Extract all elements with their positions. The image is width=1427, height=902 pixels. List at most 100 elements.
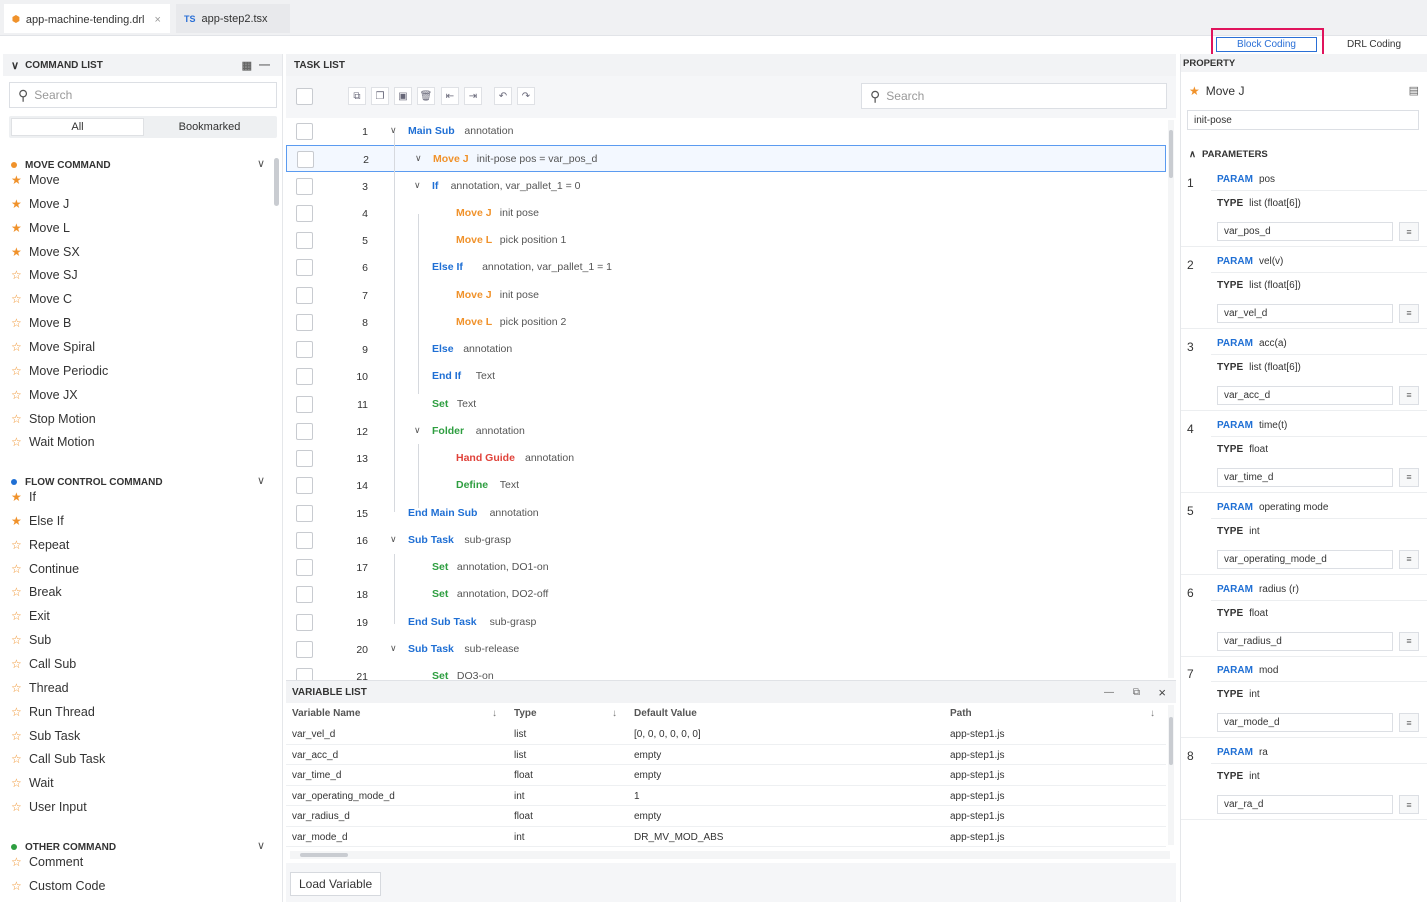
command-item[interactable]: ★ Else If <box>11 511 64 531</box>
command-item[interactable]: ★ Move J <box>11 194 69 214</box>
command-item[interactable]: ☆ Run Thread <box>11 702 95 722</box>
row-checkbox[interactable] <box>296 286 313 304</box>
variable-row[interactable]: var_time_d float empty app-step1.js <box>286 765 1166 786</box>
scrollbar[interactable] <box>1168 120 1174 678</box>
name-input[interactable]: init-pose <box>1187 110 1419 130</box>
bookmark-star-icon[interactable]: ☆ <box>11 879 29 893</box>
row-checkbox[interactable] <box>296 586 313 604</box>
bookmark-star-icon[interactable]: ☆ <box>11 292 29 306</box>
doc-icon[interactable]: ▤ <box>1409 84 1419 97</box>
bookmark-star-icon[interactable]: ☆ <box>11 585 29 599</box>
parameter-value-input[interactable]: var_time_d <box>1217 467 1393 487</box>
bookmark-star-icon[interactable]: ☆ <box>11 538 29 552</box>
bookmark-star-icon[interactable]: ☆ <box>11 268 29 282</box>
delete-icon[interactable]: 🗑 <box>417 87 435 105</box>
chevron-down-icon[interactable]: ∨ <box>257 474 265 487</box>
row-checkbox[interactable] <box>296 531 313 549</box>
variable-row[interactable]: var_radius_d float empty app-step1.js <box>286 806 1166 827</box>
chevron-down-icon[interactable]: ∨ <box>257 157 265 170</box>
bookmark-star-icon[interactable]: ☆ <box>11 412 29 426</box>
task-row[interactable]: 18 Set annotation, DO2-off <box>286 581 1166 608</box>
task-search-input[interactable]: ⚲ Search <box>861 83 1167 109</box>
bookmark-star-icon[interactable]: ☆ <box>11 681 29 695</box>
command-item[interactable]: ☆ Sub <box>11 630 51 650</box>
command-item[interactable]: ☆ Continue <box>11 559 79 579</box>
outdent-icon[interactable]: ⇥ <box>464 87 482 105</box>
list-icon[interactable]: ≡ <box>1399 303 1419 323</box>
sort-icon[interactable]: ↓ <box>612 703 617 724</box>
command-item[interactable]: ☆ Call Sub <box>11 654 76 674</box>
redo-icon[interactable]: ↷ <box>517 87 535 105</box>
row-checkbox[interactable] <box>296 232 313 249</box>
row-checkbox[interactable] <box>296 450 313 467</box>
row-checkbox[interactable] <box>296 559 313 576</box>
task-row[interactable]: 1 ∨ Main Sub annotation <box>286 118 1166 145</box>
chevron-down-icon[interactable]: ∨ <box>414 180 421 191</box>
task-row[interactable]: 17 Set annotation, DO1-on <box>286 554 1166 581</box>
parameter-value-input[interactable]: var_radius_d <box>1217 631 1393 651</box>
list-icon[interactable]: ≡ <box>1399 631 1419 651</box>
scrollbar[interactable] <box>274 158 279 206</box>
col-variable-name[interactable]: Variable Name <box>292 703 360 724</box>
close-icon[interactable]: × <box>155 14 161 26</box>
row-checkbox[interactable] <box>296 259 313 277</box>
bookmark-star-icon[interactable]: ★ <box>11 490 29 504</box>
chevron-down-icon[interactable]: ∨ <box>414 425 421 436</box>
chevron-down-icon[interactable]: ∨ <box>390 643 397 654</box>
variable-row[interactable]: var_vel_d list [0, 0, 0, 0, 0, 0] app-step1… <box>286 724 1166 745</box>
task-row[interactable]: 12 ∨ Folder annotation <box>286 418 1166 445</box>
filter-all[interactable]: All <box>11 118 144 136</box>
command-item[interactable]: ☆ Wait <box>11 773 54 793</box>
command-item[interactable]: ☆ Move C <box>11 289 72 309</box>
command-item[interactable]: ☆ Move B <box>11 313 71 333</box>
chevron-down-icon[interactable]: ∨ <box>390 534 397 545</box>
row-checkbox[interactable] <box>296 395 313 413</box>
bookmark-star-icon[interactable]: ☆ <box>11 705 29 719</box>
sort-icon[interactable]: ↓ <box>1150 703 1155 724</box>
row-checkbox[interactable] <box>296 177 313 195</box>
paste-icon[interactable]: ▣ <box>394 87 412 105</box>
drl-coding-button[interactable]: DRL Coding <box>1330 37 1418 52</box>
bookmark-star-icon[interactable]: ★ <box>11 514 29 528</box>
bookmark-star-icon[interactable]: ☆ <box>11 657 29 671</box>
row-checkbox[interactable] <box>296 613 313 631</box>
row-checkbox[interactable] <box>296 504 313 522</box>
bookmark-star-icon[interactable]: ☆ <box>11 855 29 869</box>
command-item[interactable]: ☆ Stop Motion <box>11 409 96 429</box>
category-flow[interactable]: FLOW CONTROL COMMAND ∨ <box>11 473 265 491</box>
copy-icon[interactable]: ⧉ <box>348 87 366 105</box>
horizontal-scrollbar[interactable] <box>290 851 1170 859</box>
row-checkbox[interactable] <box>296 422 313 440</box>
bookmark-star-icon[interactable]: ☆ <box>11 316 29 330</box>
command-item[interactable]: ☆ Thread <box>11 678 69 698</box>
bookmark-star-icon[interactable]: ☆ <box>11 776 29 790</box>
command-item[interactable]: ★ Move L <box>11 218 70 238</box>
command-item[interactable]: ☆ User Input <box>11 797 87 817</box>
parameter-value-input[interactable]: var_acc_d <box>1217 385 1393 405</box>
bookmark-star-icon[interactable]: ☆ <box>11 562 29 576</box>
command-item[interactable]: ★ If <box>11 487 36 507</box>
parameter-value-input[interactable]: var_pos_d <box>1217 222 1393 241</box>
minimize-icon[interactable]: — <box>259 59 270 71</box>
undo-icon[interactable]: ↶ <box>494 87 512 105</box>
row-checkbox[interactable] <box>296 123 313 140</box>
variable-row[interactable]: var_mode_d int DR_MV_MOD_ABS app-step1.js <box>286 827 1166 847</box>
command-item[interactable]: ★ Move SX <box>11 242 80 262</box>
command-item[interactable]: ☆ Move SJ <box>11 265 78 285</box>
tab-app-machine-tending[interactable]: ⬢ app-machine-tending.drl × <box>4 4 170 33</box>
col-default-value[interactable]: Default Value <box>634 703 697 724</box>
task-row[interactable]: 2 ∨ Move J init-pose pos = var_pos_d <box>286 145 1166 173</box>
command-item[interactable]: ☆ Wait Motion <box>11 432 95 452</box>
chevron-down-icon[interactable]: ∨ <box>257 839 265 852</box>
row-checkbox[interactable] <box>296 204 313 222</box>
task-row[interactable]: 3 ∨ If annotation, var_pallet_1 = 0 <box>286 173 1166 200</box>
bookmark-star-icon[interactable]: ★ <box>11 245 29 259</box>
parameter-value-input[interactable]: var_ra_d <box>1217 795 1393 815</box>
indent-icon[interactable]: ⇤ <box>441 87 459 105</box>
parameter-value-input[interactable]: var_vel_d <box>1217 303 1393 323</box>
command-item[interactable]: ☆ Exit <box>11 606 50 626</box>
bookmark-star-icon[interactable]: ☆ <box>11 388 29 402</box>
command-item[interactable]: ☆ Break <box>11 582 62 602</box>
list-icon[interactable]: ≡ <box>1399 222 1419 241</box>
block-coding-button[interactable]: Block Coding <box>1216 37 1317 52</box>
